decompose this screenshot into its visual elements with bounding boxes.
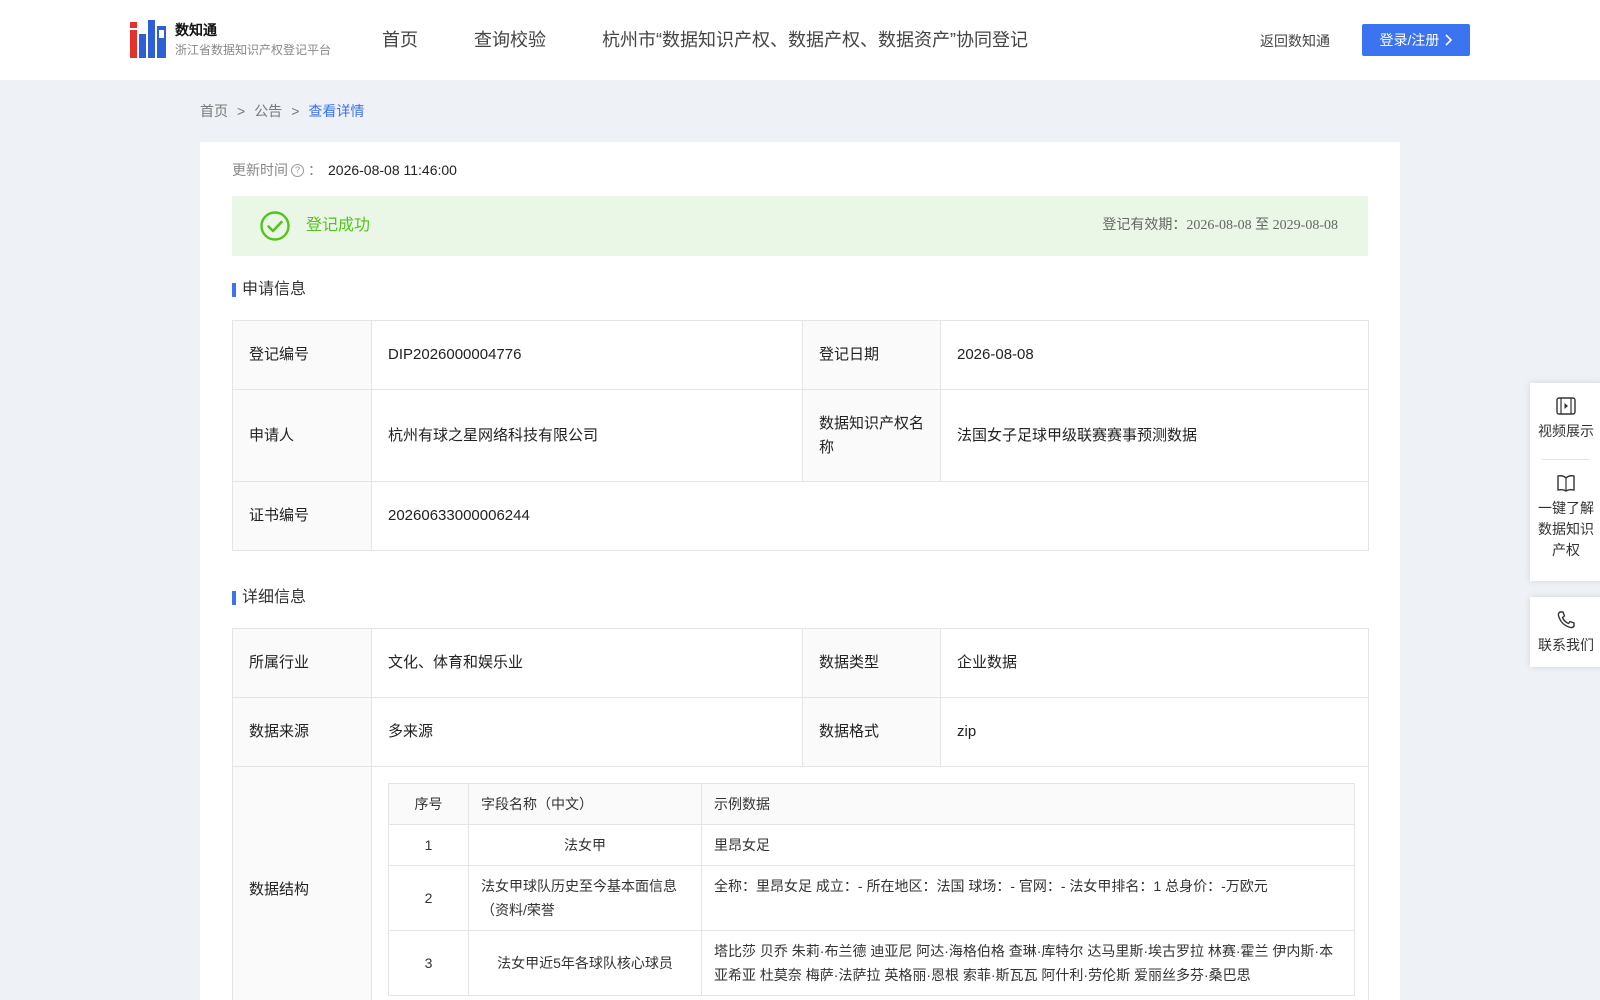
column-header: 字段名称（中文） xyxy=(468,783,702,825)
update-time: 更新时间 ? ： 2026-08-08 11:46:00 xyxy=(232,160,457,180)
ip-name-value: 法国女子足球甲级联赛赛事预测数据 xyxy=(940,389,1369,482)
video-icon xyxy=(1556,397,1576,415)
ip-name-label: 数据知识产权名称 xyxy=(802,389,941,482)
table-row: 数据来源 多来源 数据格式 zip xyxy=(232,697,1369,767)
section-marker xyxy=(232,283,236,297)
table-row: 登记编号 DIP2026000004776 登记日期 2026-08-08 xyxy=(232,320,1369,390)
back-link[interactable]: 返回数知通 xyxy=(1260,31,1330,51)
industry-label: 所属行业 xyxy=(232,628,372,698)
book-icon xyxy=(1557,475,1575,492)
data-structure-cell: 序号 字段名称（中文） 示例数据 1 法女甲 里昂女足 2 法女甲球队历史至今基… xyxy=(371,766,1369,1000)
breadcrumb-current: 查看详情 xyxy=(308,103,365,119)
cert-no-value: 20260633000006244 xyxy=(371,481,1369,551)
reg-date-value: 2026-08-08 xyxy=(940,320,1369,390)
section-apply-title: 申请信息 xyxy=(232,279,306,301)
nav-home[interactable]: 首页 xyxy=(382,28,418,52)
brand-subtitle: 浙江省数据知识产权登记平台 xyxy=(175,43,332,57)
table-cell: 法女甲球队历史至今基本面信息（资料/荣誉 xyxy=(468,865,702,931)
check-circle-icon xyxy=(260,211,290,241)
breadcrumb-separator: > xyxy=(291,103,300,119)
learn-more-button[interactable]: 一键了解数据知识产权 xyxy=(1530,460,1600,561)
section-marker xyxy=(232,591,236,605)
data-format-value: zip xyxy=(940,697,1369,767)
table-cell: 法女甲 xyxy=(468,824,702,866)
section-detail-title: 详细信息 xyxy=(232,587,306,609)
status-text: 登记成功 xyxy=(306,217,371,234)
video-showcase-label: 视频展示 xyxy=(1538,423,1594,439)
table-cell: 1 xyxy=(388,824,469,866)
update-time-value: 2026-08-08 11:46:00 xyxy=(328,162,457,178)
reg-no-label: 登记编号 xyxy=(232,320,372,390)
contact-us-button[interactable]: 联系我们 xyxy=(1530,597,1600,656)
section-detail-label: 详细信息 xyxy=(242,589,307,606)
table-row: 证书编号 20260633000006244 xyxy=(232,481,1369,551)
table-row: 申请人 杭州有球之星网络科技有限公司 数据知识产权名称 法国女子足球甲级联赛赛事… xyxy=(232,389,1369,482)
data-type-label: 数据类型 xyxy=(802,628,941,698)
reg-date-label: 登记日期 xyxy=(802,320,941,390)
section-apply-label: 申请信息 xyxy=(242,281,307,298)
column-header: 示例数据 xyxy=(701,783,1355,825)
login-register-button[interactable]: 登录/注册 xyxy=(1362,24,1470,56)
table-cell: 法女甲近5年各球队核心球员 xyxy=(468,930,702,996)
brand-name: 数知通 xyxy=(175,22,217,38)
learn-more-label: 一键了解数据知识产权 xyxy=(1538,500,1594,558)
contact-float-panel: 联系我们 xyxy=(1530,597,1600,667)
table-cell: 里昂女足 xyxy=(701,824,1355,866)
data-format-label: 数据格式 xyxy=(802,697,941,767)
table-row: 数据结构 序号 字段名称（中文） 示例数据 1 法女甲 里昂女足 2 法女甲球队… xyxy=(232,766,1369,1000)
reg-no-value: DIP2026000004776 xyxy=(371,320,803,390)
data-structure-table: 序号 字段名称（中文） 示例数据 1 法女甲 里昂女足 2 法女甲球队历史至今基… xyxy=(388,783,1355,996)
top-header: 数知通 浙江省数据知识产权登记平台 首页 查询校验 杭州市“数据知识产权、数据产… xyxy=(0,0,1600,80)
update-time-label: 更新时间 xyxy=(232,162,288,178)
detail-card: 更新时间 ? ： 2026-08-08 11:46:00 登记成功 登记有效期：… xyxy=(200,142,1400,1000)
industry-value: 文化、体育和娱乐业 xyxy=(371,628,803,698)
table-row: 3 法女甲近5年各球队核心球员 塔比莎 贝乔 朱莉·布兰德 迪亚尼 阿达·海格伯… xyxy=(388,930,1355,996)
apply-info-table: 登记编号 DIP2026000004776 登记日期 2026-08-08 申请… xyxy=(232,320,1369,551)
breadcrumb-separator: > xyxy=(237,103,246,119)
applicant-value: 杭州有球之星网络科技有限公司 xyxy=(371,389,803,482)
applicant-label: 申请人 xyxy=(232,389,372,482)
cert-no-label: 证书编号 xyxy=(232,481,372,551)
column-header: 序号 xyxy=(388,783,469,825)
table-row: 1 法女甲 里昂女足 xyxy=(388,824,1355,866)
data-source-label: 数据来源 xyxy=(232,697,372,767)
data-source-value: 多来源 xyxy=(371,697,803,767)
table-header-row: 序号 字段名称（中文） 示例数据 xyxy=(388,783,1355,825)
data-type-value: 企业数据 xyxy=(940,628,1369,698)
nav-query-verify[interactable]: 查询校验 xyxy=(474,28,546,52)
table-cell: 塔比莎 贝乔 朱莉·布兰德 迪亚尼 阿达·海格伯格 查琳·库特尔 达马里斯·埃古… xyxy=(701,930,1355,996)
breadcrumb-home[interactable]: 首页 xyxy=(200,101,228,121)
update-time-sep: ： xyxy=(308,162,322,178)
question-icon[interactable]: ? xyxy=(291,163,304,177)
phone-icon xyxy=(1557,611,1575,629)
login-label: 登录/注册 xyxy=(1379,32,1440,48)
brand[interactable]: 数知通 浙江省数据知识产权登记平台 xyxy=(175,20,331,59)
table-row: 2 法女甲球队历史至今基本面信息（资料/荣誉 全称：里昂女足 成立：- 所在地区… xyxy=(388,865,1355,931)
breadcrumb-announcement[interactable]: 公告 xyxy=(254,101,282,121)
side-float-panel: 视频展示 一键了解数据知识产权 xyxy=(1530,383,1600,581)
table-cell: 全称：里昂女足 成立：- 所在地区：法国 球场：- 官网：- 法女甲排名：1 总… xyxy=(701,865,1355,931)
video-showcase-button[interactable]: 视频展示 xyxy=(1530,383,1600,459)
data-structure-label: 数据结构 xyxy=(232,766,372,1000)
table-row: 所属行业 文化、体育和娱乐业 数据类型 企业数据 xyxy=(232,628,1369,698)
breadcrumb: 首页 > 公告 > 查看详情 xyxy=(200,101,364,121)
table-cell: 3 xyxy=(388,930,469,996)
chevron-right-icon xyxy=(1445,34,1453,46)
contact-us-label: 联系我们 xyxy=(1538,637,1594,653)
table-cell: 2 xyxy=(388,865,469,931)
logo-icon[interactable] xyxy=(130,20,166,58)
nav-hangzhou-registration[interactable]: 杭州市“数据知识产权、数据产权、数据资产”协同登记 xyxy=(602,28,1028,52)
validity-period: 登记有效期：2026-08-08 至 2029-08-08 xyxy=(1102,218,1338,233)
detail-info-table: 所属行业 文化、体育和娱乐业 数据类型 企业数据 数据来源 多来源 数据格式 z… xyxy=(232,628,1369,1000)
status-banner: 登记成功 登记有效期：2026-08-08 至 2029-08-08 xyxy=(232,196,1368,256)
